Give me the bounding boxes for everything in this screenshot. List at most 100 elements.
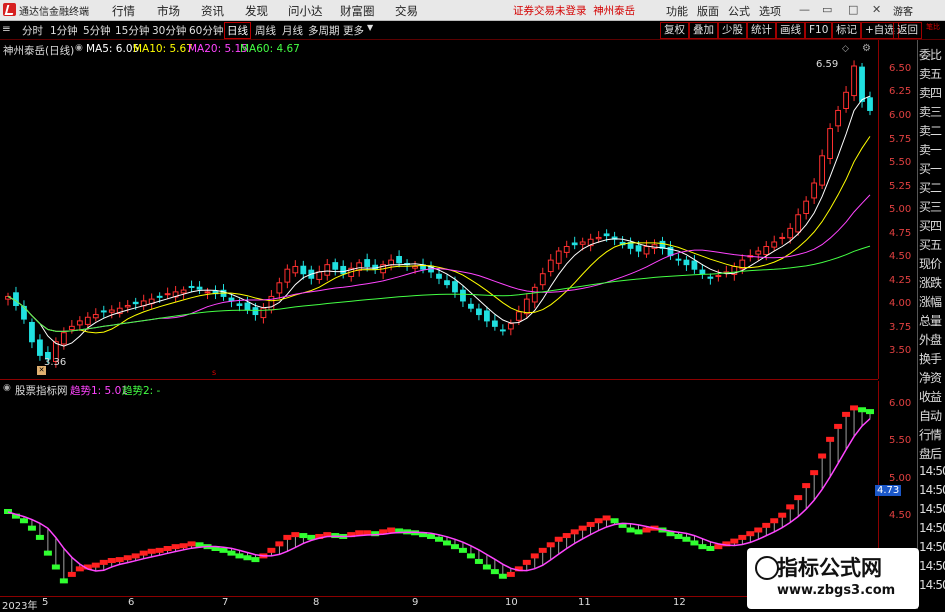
maximize-icon[interactable]: □ (848, 3, 858, 16)
sidebar-item: 涨跌 (919, 276, 942, 290)
candle-body (396, 255, 402, 264)
candle-body (60, 332, 67, 345)
trend-block (586, 521, 595, 527)
candle-body (643, 246, 650, 255)
trend-block (698, 544, 707, 550)
candle-body (547, 259, 554, 273)
tab-monthly[interactable]: 月线 (282, 23, 303, 38)
layout-button[interactable]: 版面 (697, 3, 719, 19)
options-button[interactable]: 选项 (759, 3, 781, 19)
menu-news[interactable]: 资讯 (201, 3, 224, 19)
price-tick: 4.50 (889, 251, 912, 262)
candle-body (332, 262, 339, 270)
menu-ask[interactable]: 问小达 (288, 3, 323, 19)
candle-body (763, 246, 770, 256)
guest-label[interactable]: 游客 (893, 3, 913, 18)
candle-body (683, 259, 690, 266)
menu-wealth[interactable]: 财富圈 (340, 3, 375, 19)
overlay-button[interactable]: 叠加 (689, 22, 718, 39)
trend-block (163, 546, 172, 551)
candle-body (340, 265, 347, 275)
menu-discover[interactable]: 发现 (245, 3, 268, 19)
top-menu-bar: 通达信金融终端 行情 市场 资讯 发现 问小达 财富圈 交易 证券交易未登录 神… (0, 0, 945, 21)
trend-block (171, 544, 180, 550)
fewer-stocks-button[interactable]: 少股 (718, 22, 747, 39)
candle-body (755, 250, 762, 255)
tab-30min[interactable]: 30分钟 (152, 23, 186, 38)
login-warning[interactable]: 证券交易未登录 神州泰岳 (513, 3, 635, 18)
tab-1min[interactable]: 1分钟 (50, 23, 78, 38)
menu-quotes[interactable]: 行情 (112, 3, 135, 19)
month-label: 5 (42, 597, 49, 608)
candle-body (204, 291, 211, 294)
candle-body (276, 282, 283, 294)
trend-block (858, 407, 867, 413)
candle-body (707, 276, 714, 279)
app-title: 通达信金融终端 (19, 7, 89, 18)
month-label: 7 (222, 597, 229, 608)
stats-button[interactable]: 统计 (747, 22, 776, 39)
trend-block (251, 557, 260, 563)
trend-block (570, 529, 579, 535)
tab-more[interactable]: 更多 (343, 23, 364, 38)
f10-button[interactable]: F10 (805, 22, 833, 39)
trend-block (115, 557, 124, 563)
trend-block (355, 530, 364, 536)
trend-block (498, 573, 507, 579)
candle-body (452, 281, 458, 293)
month-label: 11 (578, 597, 591, 608)
candle-body (555, 250, 562, 264)
menu-market[interactable]: 市场 (157, 3, 180, 19)
tab-15min[interactable]: 15分钟 (115, 23, 149, 38)
candle-body (771, 241, 778, 248)
restore-icon[interactable]: ▭ (822, 3, 832, 16)
mark-button[interactable]: 标记 (832, 22, 861, 39)
draw-line-button[interactable]: 画线 (776, 22, 805, 39)
close-icon[interactable]: ✕ (872, 3, 881, 16)
toolbar-menu-icon[interactable]: ≡ (2, 23, 11, 35)
candle-body (476, 308, 482, 316)
formula-button[interactable]: 公式 (728, 3, 750, 19)
candle-body (196, 286, 203, 290)
kline-panel[interactable]: 神州泰岳(日线) ◉ MA5: 6.05 MA10: 5.67 MA20: 5.… (0, 40, 878, 380)
candle-body (29, 321, 35, 343)
sidebar-item: 卖一 (919, 143, 942, 157)
high-price-label: 6.59 (816, 59, 839, 70)
sidebar-item: 涨幅 (919, 295, 942, 309)
trend-block (219, 547, 228, 553)
tab-daily[interactable]: 日线 (224, 22, 251, 39)
candle-body (779, 236, 786, 239)
function-button[interactable]: 功能 (666, 3, 688, 19)
candle-body (811, 182, 818, 199)
trend-block (427, 533, 436, 539)
candle-body (515, 311, 522, 321)
more-chevron-icon[interactable]: ▼ (367, 23, 373, 32)
tab-multi-period[interactable]: 多周期 (308, 23, 340, 38)
trend-block (762, 522, 771, 528)
sidebar-item: 14:50 (919, 521, 945, 535)
tab-weekly[interactable]: 周线 (255, 23, 276, 38)
back-button[interactable]: 返回 (893, 22, 922, 39)
candle-body (507, 323, 514, 330)
month-label: 8 (313, 597, 320, 608)
price-tick: 5.50 (889, 157, 912, 168)
watermark-url: www.zbgs3.com (777, 583, 896, 598)
menu-trade[interactable]: 交易 (395, 3, 418, 19)
minimize-icon[interactable]: — (799, 3, 810, 16)
small-marker-icon[interactable]: s (212, 368, 216, 377)
price-tick: 3.50 (889, 345, 912, 356)
adjust-button[interactable]: 复权 (660, 22, 689, 39)
sidebar-item: 委比 (919, 48, 942, 62)
tab-60min[interactable]: 60分钟 (189, 23, 223, 38)
price-tick: 6.25 (889, 86, 912, 97)
tab-intraday[interactable]: 分时 (22, 23, 43, 38)
trend-block (594, 518, 603, 524)
trend-block (786, 504, 795, 510)
candle-body (13, 292, 19, 306)
tab-5min[interactable]: 5分钟 (83, 23, 111, 38)
trend-block (67, 571, 76, 577)
sidebar-item: 外盘 (919, 333, 942, 347)
trend-block (682, 536, 691, 542)
sidebar-item: 卖二 (919, 124, 942, 138)
event-marker-icon[interactable]: ✕ (37, 366, 46, 375)
